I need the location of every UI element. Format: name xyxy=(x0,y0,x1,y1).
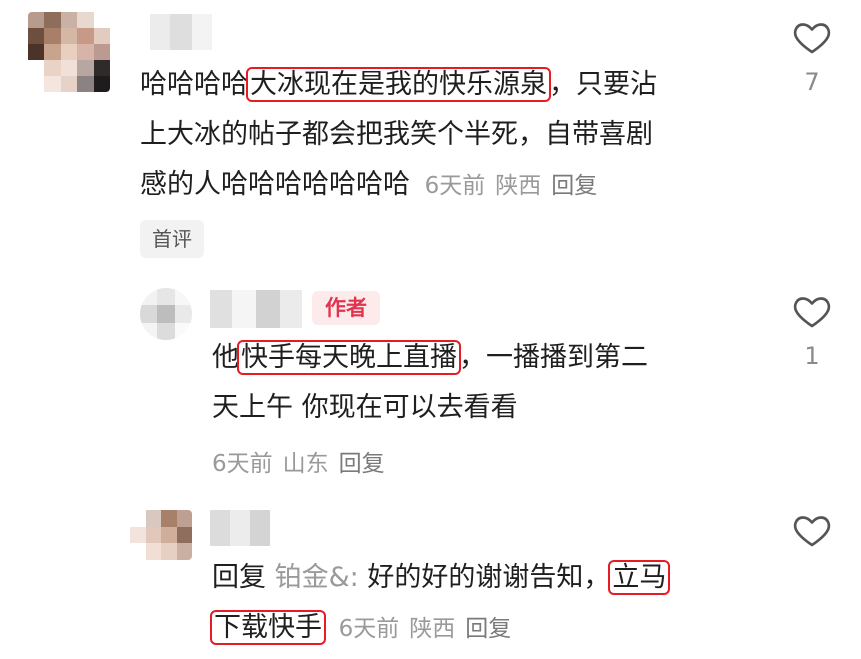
avatar[interactable] xyxy=(28,12,110,92)
like-count: 1 xyxy=(804,342,820,370)
comment-meta: 6天前 山东 回复 xyxy=(212,444,395,478)
comment-meta: 6天前 陕西 回复 xyxy=(339,616,522,642)
comment-text-segment: 好的好的谢谢告知， xyxy=(367,562,611,593)
heart-icon[interactable] xyxy=(792,510,832,550)
reply-target-user[interactable]: 铂金&: xyxy=(275,562,359,593)
username-placeholder[interactable] xyxy=(150,14,212,50)
highlighted-phrase: 大冰现在是我的快乐源泉 xyxy=(246,67,551,102)
comment-text: 下载快手 6天前 陕西 回复 xyxy=(210,603,522,654)
username-placeholder[interactable] xyxy=(210,510,270,546)
heart-icon[interactable] xyxy=(792,291,832,331)
comment-text: 他快手每天晚上直播，一播播到第二 xyxy=(212,333,648,383)
comment-text-segment: 哈哈哈哈 xyxy=(140,69,248,100)
comment-text-segment: 他 xyxy=(212,342,239,373)
avatar[interactable] xyxy=(140,288,192,340)
reply-button[interactable]: 回复 xyxy=(551,173,597,199)
highlighted-phrase: 下载快手 xyxy=(210,610,326,645)
comment-text-segment: ，只要沾 xyxy=(549,69,657,100)
comment-text: 上大冰的帖子都会把我笑个半死，自带喜剧 xyxy=(140,119,653,150)
comment-text-segment: 感的人哈哈哈哈哈哈哈 xyxy=(140,169,410,200)
comment-text: 天上午 你现在可以去看看 xyxy=(212,392,518,423)
location: 山东 xyxy=(282,451,329,477)
heart-icon[interactable] xyxy=(792,17,832,57)
timestamp: 6天前 xyxy=(424,173,486,199)
comment-text: 哈哈哈哈大冰现在是我的快乐源泉，只要沾 xyxy=(140,60,657,110)
location: 陕西 xyxy=(409,616,456,642)
username-placeholder[interactable] xyxy=(210,290,302,328)
first-comment-tag: 首评 xyxy=(140,220,204,258)
highlighted-phrase: 立马 xyxy=(608,560,671,595)
author-badge: 作者 xyxy=(312,291,380,325)
comment-text: 感的人哈哈哈哈哈哈哈 6天前 陕西 回复 xyxy=(140,160,607,211)
like-count: 7 xyxy=(804,68,820,96)
reply-prefix: 回复 xyxy=(212,562,266,593)
reply-button[interactable]: 回复 xyxy=(465,616,511,642)
reply-button[interactable]: 回复 xyxy=(339,451,385,477)
comment-meta: 6天前 陕西 回复 xyxy=(425,173,608,199)
timestamp: 6天前 xyxy=(338,616,400,642)
timestamp: 6天前 xyxy=(212,451,273,477)
comment-text-segment: ，一播播到第二 xyxy=(459,342,648,373)
comment-text: 回复 铂金&: 好的好的谢谢告知，立马 xyxy=(212,553,671,603)
highlighted-phrase: 快手每天晚上直播 xyxy=(237,340,461,375)
location: 陕西 xyxy=(495,173,542,199)
avatar[interactable] xyxy=(130,510,192,560)
